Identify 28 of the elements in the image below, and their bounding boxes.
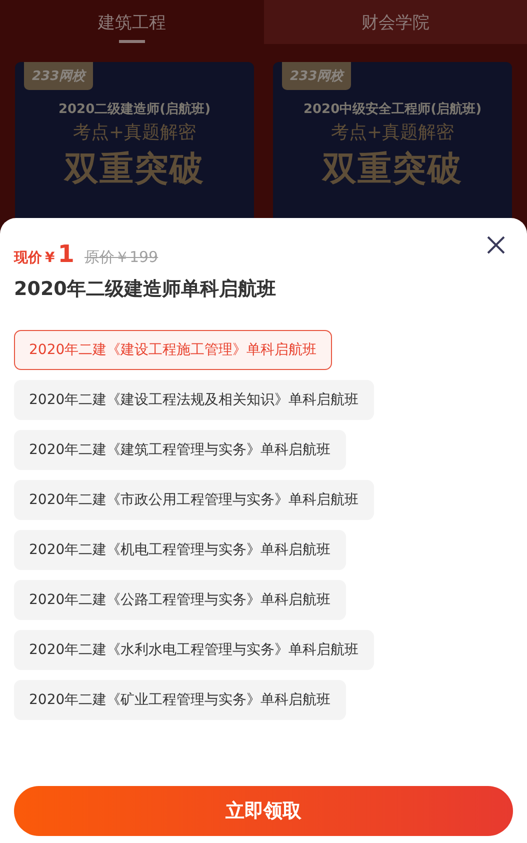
option-chip[interactable]: 2020年二建《公路工程管理与实务》单科启航班	[14, 580, 346, 620]
original-price: 原价￥199	[84, 248, 158, 267]
tab[interactable]: 建筑工程	[0, 0, 264, 44]
close-icon[interactable]	[485, 234, 507, 256]
price-label: 现价	[14, 249, 42, 267]
claim-button[interactable]: 立即领取	[14, 786, 513, 836]
currency-sign: ¥	[45, 250, 55, 266]
option-chip[interactable]: 2020年二建《机电工程管理与实务》单科启航班	[14, 530, 346, 570]
option-chip[interactable]: 2020年二建《市政公用工程管理与实务》单科启航班	[14, 480, 374, 520]
poster-subtitle: 2020二级建造师(启航班)	[58, 100, 211, 118]
option-chip[interactable]: 2020年二建《水利水电工程管理与实务》单科启航班	[14, 630, 374, 670]
option-chip[interactable]: 2020年二建《建设工程法规及相关知识》单科启航班	[14, 380, 374, 420]
course-title: 2020年二级建造师单科启航班	[14, 277, 277, 302]
poster-headline: 双重突破	[322, 148, 462, 191]
logo-badge: 233网校	[24, 62, 94, 90]
tab-underline	[118, 40, 145, 43]
option-chip[interactable]: 2020年二建《建筑工程管理与实务》单科启航班	[14, 430, 346, 470]
course-poster[interactable]: 233网校 2020中级安全工程师(启航班) 考点+真题解密 双重突破	[273, 62, 512, 218]
poster-subtitle: 2020中级安全工程师(启航班)	[303, 100, 482, 118]
current-price: 1	[58, 240, 74, 268]
course-poster[interactable]: 233网校 2020二级建造师(启航班) 考点+真题解密 双重突破	[15, 62, 254, 218]
option-chip[interactable]: 2020年二建《矿业工程管理与实务》单科启航班	[14, 680, 346, 720]
poster-tagline: 考点+真题解密	[330, 121, 454, 144]
poster-tagline: 考点+真题解密	[72, 121, 196, 144]
poster-headline: 双重突破	[64, 148, 204, 191]
tab[interactable]: 财会学院	[264, 0, 527, 44]
logo-badge: 233网校	[282, 62, 352, 90]
option-chip[interactable]: 2020年二建《建设工程施工管理》单科启航班	[14, 330, 332, 370]
